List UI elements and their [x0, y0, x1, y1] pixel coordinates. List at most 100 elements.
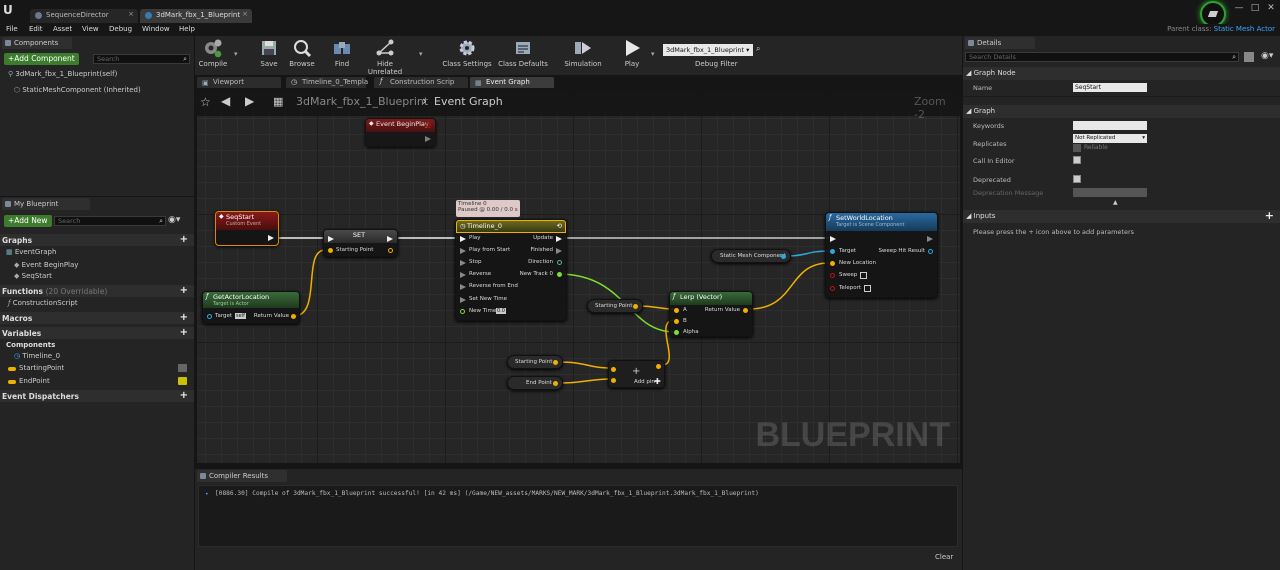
new-time-value[interactable]: 0.0: [496, 308, 506, 314]
node-starting-point-getter-2[interactable]: Starting Point: [507, 355, 563, 369]
new-track-out-pin[interactable]: [557, 272, 562, 277]
macros-category[interactable]: Macros +: [0, 312, 194, 324]
replicates-dropdown[interactable]: Not Replicated ▾: [1073, 134, 1147, 143]
deprecation-message-field[interactable]: [1073, 188, 1147, 197]
play-in-pin[interactable]: [460, 236, 466, 242]
add-function-icon[interactable]: +: [180, 285, 188, 297]
simulation-button[interactable]: Simulation: [563, 38, 603, 68]
search-icon[interactable]: ⌕: [756, 44, 760, 54]
find-button[interactable]: Find: [328, 38, 356, 68]
add-new-button[interactable]: +Add New: [4, 215, 52, 227]
event-dispatchers-category[interactable]: Event Dispatchers +: [0, 390, 194, 402]
compile-options-chevron-down-icon[interactable]: ▾: [234, 50, 238, 58]
eye-icon[interactable]: ◉▾: [1261, 51, 1273, 61]
components-subcategory[interactable]: Components: [6, 341, 55, 349]
eye-icon[interactable]: ◉▾: [168, 215, 180, 225]
graph-node-section[interactable]: ◢ Graph Node: [963, 67, 1280, 80]
exec-out-pin[interactable]: [927, 236, 933, 242]
add-input-icon[interactable]: +: [1265, 209, 1274, 222]
graph-section[interactable]: ◢ Graph: [963, 105, 1280, 118]
exec-out-pin[interactable]: [425, 136, 431, 142]
node-set-world-location[interactable]: ƒ SetWorldLocation Target is Scene Compone…: [825, 212, 938, 298]
graph-item-eventgraph[interactable]: ▦ EventGraph: [6, 248, 56, 256]
return-value-pin[interactable]: [291, 314, 296, 319]
compile-button[interactable]: Compile: [197, 38, 229, 68]
breadcrumb-root[interactable]: 3dMark_fbx_1_Blueprint: [296, 95, 428, 108]
tab-event-graph[interactable]: ▦ Event Graph: [470, 77, 554, 88]
exec-out-pin[interactable]: [387, 236, 393, 242]
add-macro-icon[interactable]: +: [180, 312, 188, 324]
add-b-pin[interactable]: [611, 378, 616, 383]
add-a-pin[interactable]: [611, 367, 616, 372]
exec-in-pin[interactable]: [830, 236, 836, 242]
new-location-pin[interactable]: [830, 261, 835, 266]
node-lerp-vector[interactable]: ƒ Lerp (Vector) A B Alpha Return Value: [669, 291, 753, 337]
node-static-mesh-component[interactable]: Static Mesh Component: [711, 249, 791, 263]
node-event-beginplay[interactable]: ◆ Event BeginPlay: [365, 118, 436, 147]
visibility-open-icon[interactable]: [178, 377, 187, 385]
parent-class-link[interactable]: Static Mesh Actor: [1214, 25, 1275, 33]
teleport-checkbox[interactable]: [864, 285, 871, 292]
update-out-pin[interactable]: [556, 236, 562, 242]
alpha-pin[interactable]: [674, 330, 679, 335]
hide-unrelated-button[interactable]: Hide Unrelated: [360, 38, 410, 76]
menu-file[interactable]: File: [6, 25, 18, 33]
menu-edit[interactable]: Edit: [29, 25, 43, 33]
favorite-star-icon[interactable]: ☆: [200, 95, 211, 109]
b-pin[interactable]: [674, 319, 679, 324]
new-time-pin[interactable]: [460, 309, 465, 314]
blueprint-search-input[interactable]: Search ⌕: [54, 216, 166, 226]
close-icon[interactable]: ×: [128, 10, 134, 18]
starting-point-out-pin[interactable]: [388, 248, 393, 253]
property-matrix-icon[interactable]: [1244, 52, 1254, 62]
vector-out-pin[interactable]: [553, 360, 558, 365]
call-in-editor-checkbox[interactable]: [1073, 156, 1081, 164]
target-pin[interactable]: [830, 249, 835, 254]
name-field[interactable]: SeqStart: [1073, 83, 1147, 92]
functions-category[interactable]: Functions (20 Overridable) +: [0, 285, 194, 297]
self-value[interactable]: self: [235, 313, 246, 319]
tab-viewport[interactable]: ▣ Viewport: [197, 77, 281, 88]
advanced-chevron-up-icon[interactable]: ▲: [1113, 199, 1118, 206]
variables-category[interactable]: Variables +: [0, 327, 194, 339]
node-set[interactable]: SET Starting Point: [323, 229, 398, 257]
play-from-start-pin[interactable]: [460, 248, 466, 254]
exec-out-pin[interactable]: [268, 235, 274, 241]
my-blueprint-tab[interactable]: My Blueprint: [2, 198, 90, 210]
details-tab[interactable]: Details: [965, 37, 1035, 49]
menu-debug[interactable]: Debug: [109, 25, 132, 33]
add-out-pin[interactable]: [656, 364, 661, 369]
menu-view[interactable]: View: [82, 25, 99, 33]
class-settings-button[interactable]: Class Settings: [441, 38, 493, 68]
close-window-button[interactable]: ✕: [1264, 2, 1278, 14]
back-arrow-icon[interactable]: ◀: [221, 94, 230, 108]
add-component-button[interactable]: +Add Component: [4, 53, 79, 65]
components-tab[interactable]: Components: [2, 37, 72, 49]
forward-arrow-icon[interactable]: ▶: [245, 94, 254, 108]
play-options-chevron-down-icon[interactable]: ▾: [651, 50, 655, 58]
add-pin-icon[interactable]: ✚: [654, 377, 661, 386]
return-value-pin[interactable]: [743, 308, 748, 313]
keywords-field[interactable]: [1073, 121, 1147, 130]
exec-in-pin[interactable]: [328, 236, 334, 242]
function-item-construction[interactable]: ƒ ConstructionScript: [8, 299, 78, 307]
class-defaults-button[interactable]: Class Defaults: [497, 38, 549, 68]
tab-sequence-director[interactable]: SequenceDirector ×: [30, 9, 138, 23]
object-out-pin[interactable]: [781, 254, 786, 259]
reverse-from-end-pin[interactable]: [460, 284, 466, 290]
vector-out-pin[interactable]: [633, 304, 638, 309]
sweep-checkbox[interactable]: [860, 272, 867, 279]
graph-item-seqstart[interactable]: ◆ SeqStart: [14, 272, 52, 280]
browse-button[interactable]: Browse: [286, 38, 318, 68]
maximize-button[interactable]: □: [1248, 2, 1262, 14]
graphs-category[interactable]: Graphs +: [0, 234, 194, 246]
visibility-closed-icon[interactable]: [178, 364, 187, 372]
reverse-pin[interactable]: [460, 272, 466, 278]
components-search-input[interactable]: Search ⌕: [93, 54, 190, 64]
node-seqstart[interactable]: ◆ SeqStart Custom Event: [215, 211, 279, 246]
compiler-results-tab[interactable]: Compiler Results: [197, 470, 287, 482]
play-button[interactable]: Play: [617, 38, 647, 68]
sweep-hit-result-pin[interactable]: [928, 249, 933, 254]
set-new-time-pin[interactable]: [460, 297, 466, 303]
delegate-pin-icon[interactable]: [426, 123, 431, 128]
